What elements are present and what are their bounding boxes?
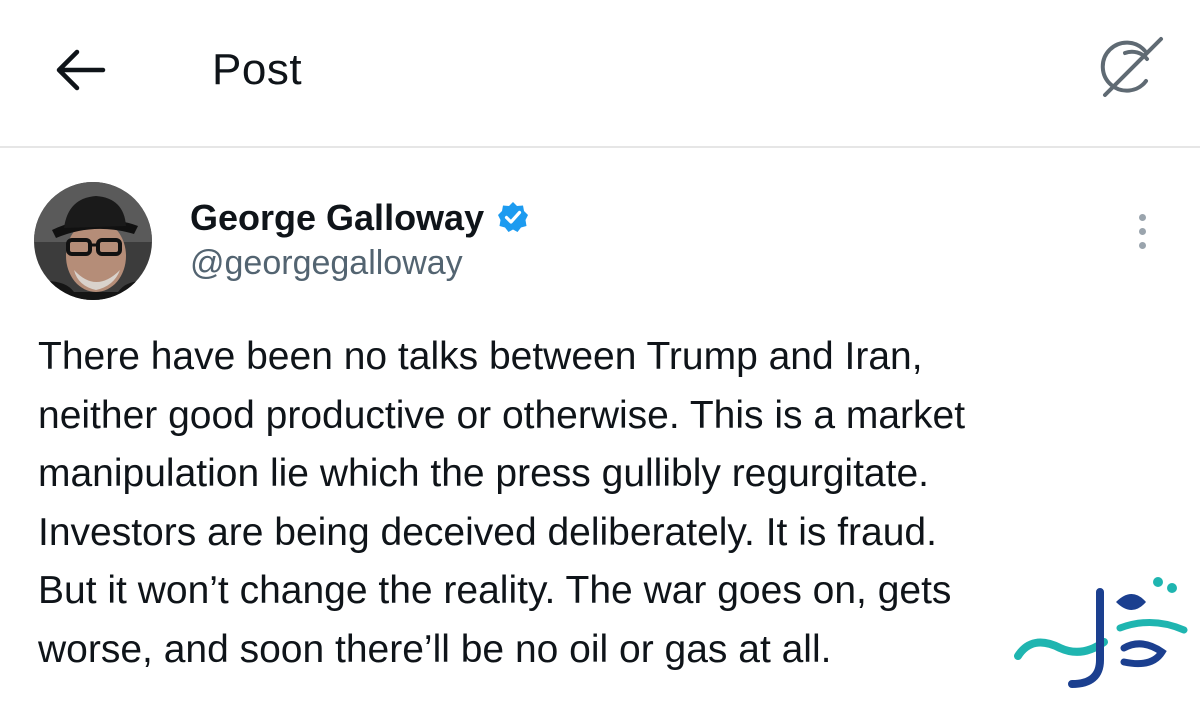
author-handle[interactable]: @georgegalloway <box>190 242 463 284</box>
post-line: Investors are being deceived deliberatel… <box>38 510 937 554</box>
avatar[interactable] <box>34 182 152 300</box>
post-line: But it won’t change the reality. The war… <box>38 569 952 612</box>
post-text: There have been no talks between Trump a… <box>38 328 1178 679</box>
dot-icon <box>1138 227 1146 235</box>
more-options-button[interactable] <box>1122 206 1162 256</box>
watermark-logo <box>1014 577 1188 688</box>
page-title: Post <box>212 45 303 94</box>
post-line: There have been no talks between Trump a… <box>38 335 923 378</box>
profile-photo <box>34 182 152 300</box>
dot-icon <box>1138 241 1146 249</box>
grok-button[interactable] <box>1088 26 1170 108</box>
back-button[interactable] <box>50 40 112 100</box>
verified-badge-icon <box>498 202 528 232</box>
post-line: neither good productive or otherwise. Th… <box>38 393 966 437</box>
post-line: worse, and soon there’ll be no oil or ga… <box>38 627 832 671</box>
author-name[interactable]: George Galloway <box>190 196 484 240</box>
top-bar: Post <box>0 0 1200 148</box>
post-line: manipulation lie which the press gullibl… <box>38 452 929 495</box>
grok-slash-icon <box>1100 37 1163 97</box>
arrow-left-icon <box>56 49 106 91</box>
dot-icon <box>1138 213 1146 221</box>
